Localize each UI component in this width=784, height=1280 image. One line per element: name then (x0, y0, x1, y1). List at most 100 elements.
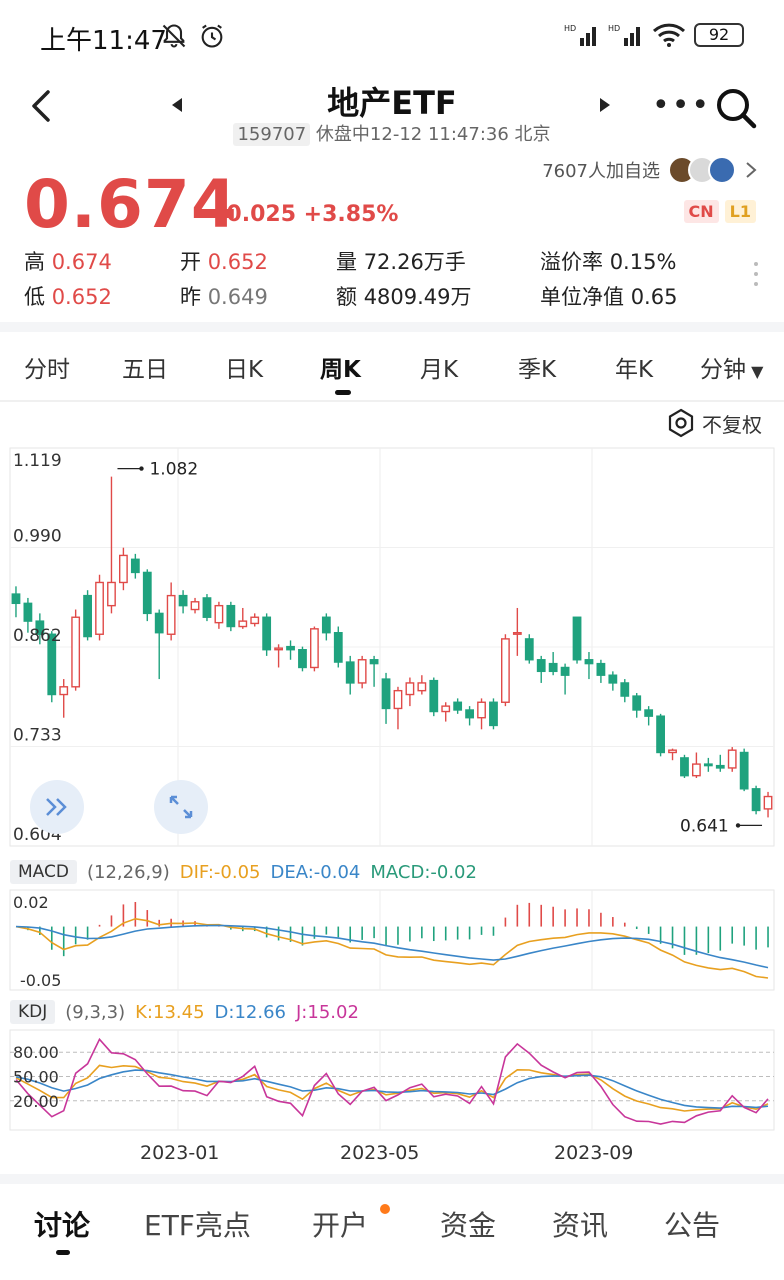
tab-daily-k[interactable]: 日K (225, 350, 263, 384)
candle-body (584, 659, 594, 665)
kdj-k: K:13.45 (135, 1001, 205, 1023)
badge-cn: CN (683, 200, 719, 223)
stat-premium: 溢价率 0.15% (540, 250, 677, 274)
current-price: 0.674 (24, 166, 238, 243)
candle-body (692, 763, 701, 777)
tab-yearly-k[interactable]: 年K (615, 350, 653, 384)
candle-body (130, 558, 140, 574)
candle-body (166, 594, 176, 635)
expand-right-button[interactable] (30, 780, 84, 834)
stat-amount: 额 4809.49万 (336, 285, 472, 309)
tab-weekly-k[interactable]: 周K (320, 350, 361, 384)
candle-body (178, 594, 188, 607)
svg-text:HD: HD (564, 24, 576, 33)
y-tick-label: 0.990 (13, 527, 62, 547)
caret-down-icon: ▼ (746, 362, 764, 381)
macd-params: (12,26,9) (86, 861, 170, 883)
kdj-k-line (15, 1064, 769, 1112)
y-tick-label: 0.733 (13, 726, 62, 746)
battery-indicator: 92 (694, 23, 744, 47)
chart-grid (9, 447, 775, 1131)
candle-body (429, 679, 439, 713)
wifi-icon (652, 23, 686, 47)
candle-body (632, 695, 642, 711)
double-chevron-right-icon (46, 798, 67, 816)
tab-open-account[interactable]: 开户 (312, 1204, 368, 1244)
trading-status: 休盘中12-12 11:47:36 北京 (315, 124, 551, 145)
tab-five-day[interactable]: 五日 (122, 350, 168, 384)
status-icons-right: HD HD 92 (564, 22, 744, 48)
tab-news[interactable]: 资讯 (552, 1204, 608, 1244)
candle-body (477, 701, 486, 719)
more-options-icon[interactable]: ••• (652, 88, 711, 123)
min-marker-dot (735, 823, 741, 828)
macd-dif: DIF:-0.05 (179, 861, 261, 883)
stat-open: 开 0.652 (180, 250, 268, 274)
candle-body (321, 616, 331, 634)
period-tabs: 分时 五日 日K 周K 月K 季K 年K 分钟 ▼ (0, 342, 784, 400)
x-tick-label: 2023-05 (340, 1142, 420, 1164)
candle-body (548, 662, 558, 673)
tab-discussion[interactable]: 讨论 (34, 1204, 90, 1244)
candle-body (298, 649, 307, 669)
candle-body (572, 616, 582, 661)
candle-body (310, 628, 319, 669)
candle-body (680, 757, 689, 777)
expand-stats-icon[interactable] (754, 262, 758, 292)
tab-quarterly-k[interactable]: 季K (518, 350, 556, 384)
candle-body (286, 645, 295, 651)
stat-prev-close: 昨 0.649 (180, 285, 268, 309)
tab-minute[interactable]: 分钟 ▼ (700, 350, 763, 384)
alarm-icon (201, 24, 223, 48)
search-icon[interactable] (714, 86, 758, 130)
kdj-name: KDJ (10, 1000, 56, 1024)
tab-monthly-k[interactable]: 月K (420, 350, 458, 384)
candle-body (59, 686, 69, 696)
bell-off-icon (162, 24, 186, 48)
market-badges: CN L1 (683, 200, 756, 223)
max-marker-dot (139, 466, 144, 471)
candle-body (95, 581, 104, 635)
tab-intraday[interactable]: 分时 (24, 350, 70, 384)
macd-header[interactable]: MACD (12,26,9) DIF:-0.05 DEA:-0.04 MACD:… (10, 858, 477, 886)
candle-body (441, 705, 451, 713)
macd-dea: DEA:-0.04 (270, 861, 361, 883)
fullscreen-button[interactable] (154, 780, 208, 834)
tab-funds[interactable]: 资金 (440, 1204, 496, 1244)
fullscreen-icon (169, 795, 193, 819)
active-tab-indicator (335, 390, 351, 395)
kdj-d: D:12.66 (214, 1001, 286, 1023)
kline-chart[interactable]: 1.1190.9900.8620.7330.6041.0820.6410.02-… (0, 440, 784, 1140)
stock-code: 159707 (233, 123, 311, 146)
adjust-label: 不复权 (702, 412, 762, 437)
candle-body (703, 763, 713, 767)
macd-name: MACD (10, 860, 77, 884)
candle-body (512, 632, 522, 635)
next-stock-icon[interactable] (598, 96, 612, 114)
tab-etf-highlights[interactable]: ETF亮点 (144, 1204, 251, 1244)
candle-body (11, 593, 21, 605)
candle-body (202, 597, 212, 618)
adjust-button[interactable]: 不复权 (666, 408, 762, 438)
tab-announcements[interactable]: 公告 (664, 1204, 720, 1244)
stock-subtitle: 159707 休盘中12-12 11:47:36 北京 (0, 120, 784, 146)
candle-body (226, 604, 236, 628)
candle-body (333, 632, 343, 663)
kdj-d-line (15, 1069, 769, 1109)
candle-body (715, 764, 725, 769)
watchlist-info[interactable]: 7607人加自选 (542, 156, 758, 184)
divider (0, 1174, 784, 1184)
kdj-j: J:15.02 (296, 1001, 359, 1023)
macd-panel (15, 902, 769, 979)
candle-body (608, 674, 618, 684)
kdj-tick-label: 80.00 (13, 1043, 59, 1062)
header: 地产ETF 159707 休盘中12-12 11:47:36 北京 ••• (0, 74, 784, 148)
y-tick-label: 1.119 (13, 451, 62, 471)
candle-body (357, 659, 367, 684)
candle-body (668, 749, 677, 754)
candle-body (190, 601, 200, 611)
x-tick-label: 2023-01 (140, 1142, 220, 1164)
candle-body (739, 751, 749, 790)
candle-body (71, 616, 81, 688)
kdj-header[interactable]: KDJ (9,3,3) K:13.45 D:12.66 J:15.02 (10, 998, 359, 1026)
